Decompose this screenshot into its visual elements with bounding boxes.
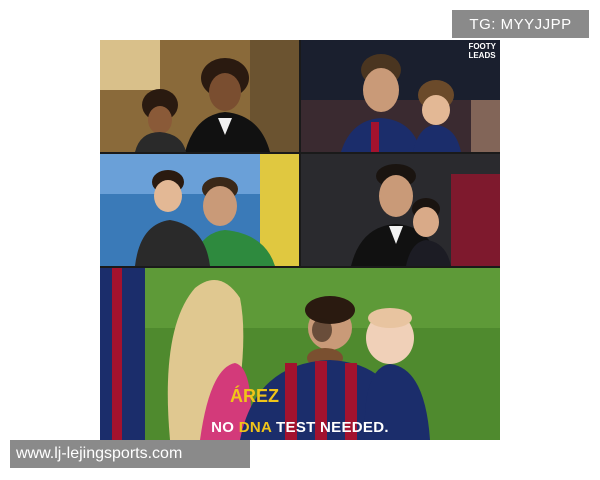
website-watermark: www.lj-lejingsports.com xyxy=(10,440,250,468)
photo-father-son-2: FOOTY LEADS xyxy=(301,40,500,152)
telegram-watermark: TG: MYYJJPP xyxy=(452,10,589,38)
photo-father-son-3 xyxy=(100,154,299,266)
caption-highlight: DNA xyxy=(238,419,272,436)
photo-father-son-4 xyxy=(301,154,500,266)
jersey-name: ÁREZ xyxy=(230,386,279,406)
caption: NO DNA TEST NEEDED. xyxy=(100,419,500,436)
photo-father-son-1 xyxy=(100,40,299,152)
photo-father-baby: ÁREZ NO DNA TEST NEEDED. xyxy=(100,268,500,440)
photo-collage: FOOTY LEADS ÁREZ NO DNA TEST NEEDED. xyxy=(100,40,500,440)
footy-leads-logo: FOOTY LEADS xyxy=(468,42,496,60)
caption-part2: TEST NEEDED. xyxy=(271,419,389,436)
caption-part1: NO xyxy=(211,419,239,436)
